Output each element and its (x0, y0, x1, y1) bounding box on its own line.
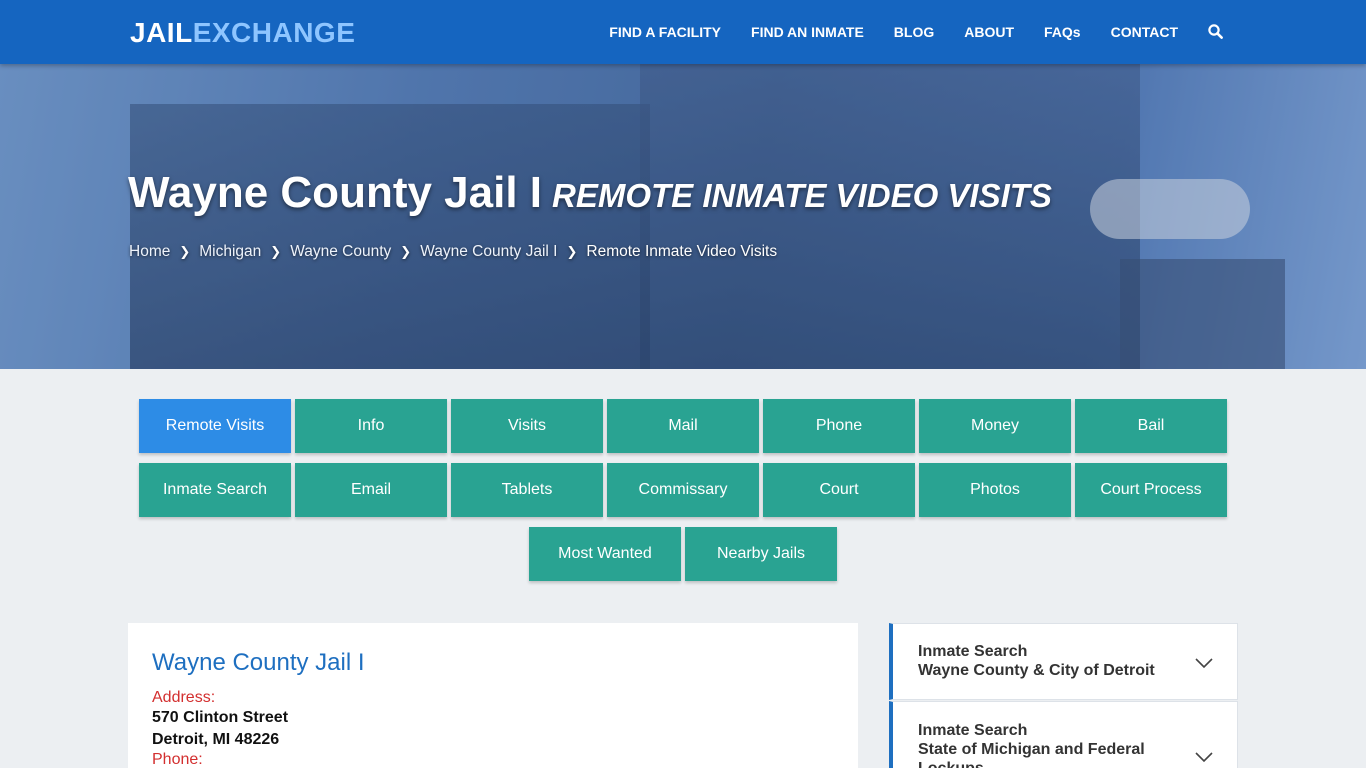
search-icon[interactable] (1208, 24, 1224, 40)
sidebar-item-title: Inmate Search (918, 643, 1028, 660)
tab-remote-visits[interactable]: Remote Visits (139, 399, 291, 453)
tab-mail[interactable]: Mail (607, 399, 759, 453)
page-title-subtitle: REMOTE INMATE VIDEO VISITS (552, 177, 1052, 214)
nav-faqs[interactable]: FAQs (1044, 24, 1081, 40)
chevron-down-icon (1195, 749, 1213, 768)
tab-nearby-jails[interactable]: Nearby Jails (685, 527, 837, 581)
tab-phone[interactable]: Phone (763, 399, 915, 453)
chevron-right-icon: ❯ (179, 244, 191, 259)
logo-part-exchange: EXCHANGE (192, 17, 356, 48)
breadcrumb-wayne-county[interactable]: Wayne County (290, 243, 391, 261)
chevron-right-icon: ❯ (566, 244, 578, 259)
hero-banner: Wayne County Jail I REMOTE INMATE VIDEO V… (0, 64, 1366, 369)
breadcrumb: Home ❯ Michigan ❯ Wayne County ❯ Wayne C… (129, 243, 777, 261)
sidebar: Inmate Search Wayne County & City of Det… (889, 623, 1238, 768)
breadcrumb-michigan[interactable]: Michigan (199, 243, 261, 261)
facility-card: Wayne County Jail I Address: 570 Clinton… (128, 623, 858, 768)
breadcrumb-home[interactable]: Home (129, 243, 170, 261)
tab-court-process[interactable]: Court Process (1075, 463, 1227, 517)
address-line-2: Detroit, MI 48226 (152, 731, 280, 748)
page-title: Wayne County Jail I REMOTE INMATE VIDEO V… (128, 168, 1052, 218)
tab-photos[interactable]: Photos (919, 463, 1071, 517)
address-line-1: 570 Clinton Street (152, 709, 289, 726)
tab-tablets[interactable]: Tablets (451, 463, 603, 517)
site-logo[interactable]: JAILEXCHANGE (130, 17, 355, 49)
tab-court[interactable]: Court (763, 463, 915, 517)
tab-info[interactable]: Info (295, 399, 447, 453)
top-navbar: JAILEXCHANGE FIND A FACILITY FIND AN INM… (0, 0, 1366, 64)
main-nav: FIND A FACILITY FIND AN INMATE BLOG ABOU… (579, 0, 1224, 64)
page-title-main: Wayne County Jail I (128, 168, 543, 217)
tab-bail[interactable]: Bail (1075, 399, 1227, 453)
sidebar-item-inmate-search-wayne[interactable]: Inmate Search Wayne County & City of Det… (889, 623, 1238, 700)
sidebar-item-subtitle: Wayne County & City of Detroit (918, 662, 1155, 679)
tab-inmate-search[interactable]: Inmate Search (139, 463, 291, 517)
breadcrumb-wayne-county-jail[interactable]: Wayne County Jail I (420, 243, 557, 261)
nav-find-inmate[interactable]: FIND AN INMATE (751, 24, 864, 40)
tab-money[interactable]: Money (919, 399, 1071, 453)
sidebar-item-inmate-search-state[interactable]: Inmate Search State of Michigan and Fede… (889, 701, 1238, 768)
tab-visits[interactable]: Visits (451, 399, 603, 453)
facility-name: Wayne County Jail I (152, 649, 365, 676)
sidebar-item-subtitle: State of Michigan and Federal Lockups (918, 741, 1145, 768)
logo-part-jail: JAIL (130, 17, 193, 48)
nav-blog[interactable]: BLOG (894, 24, 934, 40)
tab-commissary[interactable]: Commissary (607, 463, 759, 517)
breadcrumb-current: Remote Inmate Video Visits (586, 243, 778, 260)
chevron-right-icon: ❯ (270, 244, 282, 259)
tab-most-wanted[interactable]: Most Wanted (529, 527, 681, 581)
nav-contact[interactable]: CONTACT (1111, 24, 1178, 40)
phone-label: Phone: (152, 751, 203, 768)
chevron-right-icon: ❯ (400, 244, 412, 259)
chevron-down-icon (1195, 655, 1213, 674)
nav-find-facility[interactable]: FIND A FACILITY (609, 24, 721, 40)
nav-about[interactable]: ABOUT (964, 24, 1014, 40)
tab-email[interactable]: Email (295, 463, 447, 517)
sidebar-item-title: Inmate Search (918, 722, 1028, 739)
address-label: Address: (152, 689, 216, 706)
